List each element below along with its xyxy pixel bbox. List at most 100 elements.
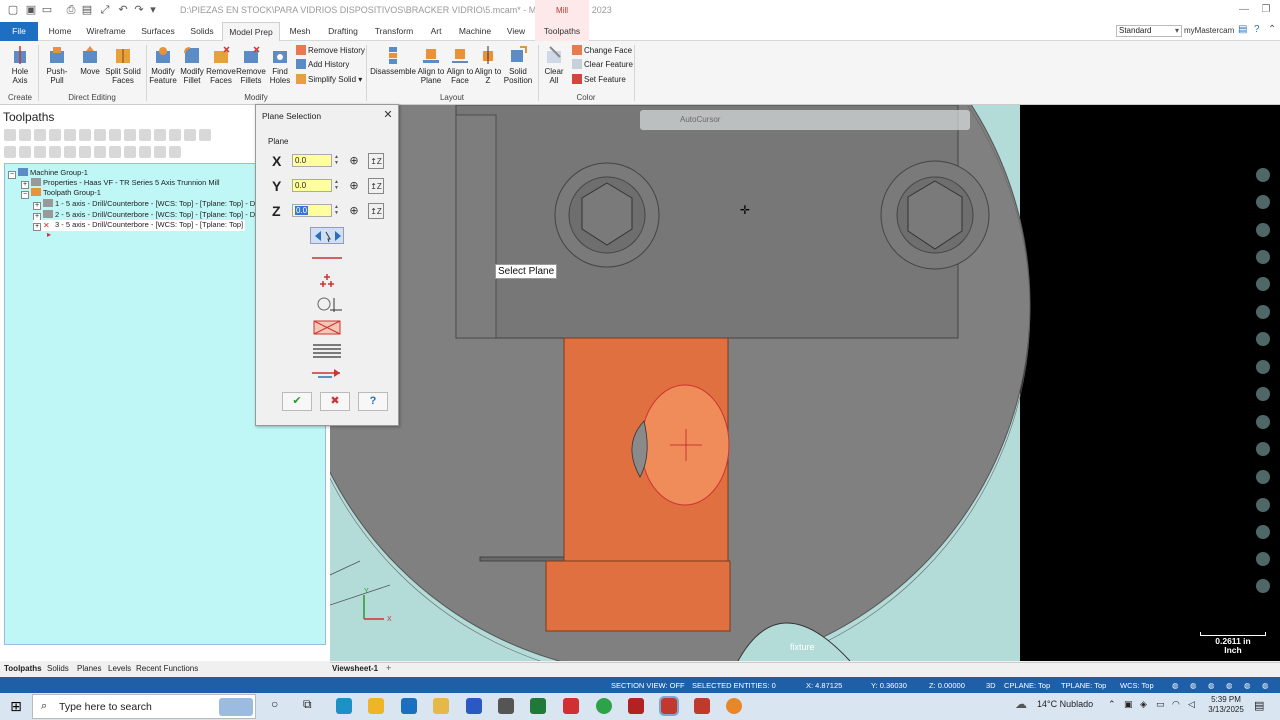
add-viewsheet-button[interactable]: +	[386, 663, 391, 673]
weather-text[interactable]: 14°C Nublado	[1037, 699, 1093, 709]
help-circle-icon[interactable]	[199, 129, 211, 141]
clear-all-button[interactable]: Clear All	[540, 45, 568, 85]
view-tool-icon[interactable]	[1256, 195, 1270, 209]
tab-home[interactable]: Home	[40, 22, 80, 41]
restore-icon[interactable]: ❐	[1256, 2, 1276, 18]
view-tool-icon[interactable]	[1256, 223, 1270, 237]
plane-by-solid-face-button[interactable]	[310, 319, 344, 336]
open-icon[interactable]: ▭	[40, 3, 54, 17]
mastercam-2022-icon[interactable]	[694, 698, 710, 714]
view-tool-icon[interactable]	[1256, 332, 1270, 346]
tab-solids[interactable]: Solids	[184, 22, 220, 41]
regenerate-dirty-icon[interactable]	[49, 129, 61, 141]
collapse-toggle[interactable]: −	[8, 171, 16, 179]
close-icon[interactable]: ✕	[382, 108, 394, 121]
tree-item-toolpath-3[interactable]: + ✕ 3 - 5 axis - Drill/Counterbore - [WCS:…	[33, 220, 246, 231]
display-mode-icon[interactable]: ◍	[1244, 681, 1251, 690]
view-tool-icon[interactable]	[1256, 470, 1270, 484]
wifi-icon[interactable]: ◠	[1172, 699, 1180, 710]
taskbar-search[interactable]: ⌕ Type here to search	[32, 694, 256, 719]
tab-planes-panel[interactable]: Planes	[77, 664, 101, 673]
select-failed-icon[interactable]	[19, 129, 31, 141]
solid-position-button[interactable]: Solid Position	[502, 45, 534, 85]
x-stepper[interactable]: ▲ ▼	[333, 154, 340, 167]
backplot-icon[interactable]	[64, 129, 76, 141]
tree-item-toolpath-1[interactable]: +1 - 5 axis - Drill/Counterbore - [WCS: …	[33, 199, 260, 210]
modify-feature-button[interactable]: Modify Feature	[148, 45, 178, 85]
chrome-icon[interactable]	[596, 698, 612, 714]
task-view-icon[interactable]: ⧉	[303, 697, 312, 712]
convert-icon[interactable]: ⤢	[98, 3, 112, 17]
cplane-status[interactable]: CPLANE: Top	[1004, 681, 1050, 690]
x-select-point-icon[interactable]: ⊕	[346, 153, 362, 169]
wave-icon[interactable]	[19, 146, 31, 158]
app-icon[interactable]	[466, 698, 482, 714]
ribbon-collapse-icon[interactable]: ⌃	[1268, 24, 1276, 35]
view-tool-icon[interactable]	[1256, 305, 1270, 319]
redo-icon[interactable]: ↷	[132, 3, 146, 17]
plane-by-entity-button[interactable]	[310, 296, 344, 313]
view-tool-icon[interactable]	[1256, 579, 1270, 593]
cortana-icon[interactable]: ○	[271, 697, 278, 711]
x-lock-icon[interactable]: ↥Z	[368, 153, 384, 169]
single-display-icon[interactable]	[109, 146, 121, 158]
group-display-icon[interactable]	[124, 146, 136, 158]
simplify-solid-button[interactable]: Simplify Solid ▾	[296, 74, 362, 86]
tab-wireframe[interactable]: Wireframe	[82, 22, 130, 41]
align-to-face-button[interactable]: Align to Face	[446, 45, 474, 85]
collapse-icon[interactable]	[154, 146, 166, 158]
y-lock-icon[interactable]: ↥Z	[368, 178, 384, 194]
windows-start-icon[interactable]: ⊞	[0, 693, 32, 720]
arrow-down-icon[interactable]	[49, 146, 61, 158]
view-tool-icon[interactable]	[1256, 250, 1270, 264]
insert-arrow-icon[interactable]	[79, 146, 91, 158]
tab-art[interactable]: Art	[422, 22, 450, 41]
cancel-button[interactable]: ✖	[320, 392, 350, 411]
display-mode-icon[interactable]: ◍	[1262, 681, 1269, 690]
mode-3d[interactable]: 3D	[986, 681, 996, 690]
mastercam-icon[interactable]	[659, 696, 679, 716]
z-select-point-icon[interactable]: ⊕	[346, 203, 362, 219]
verify-icon[interactable]	[79, 129, 91, 141]
view-tool-icon[interactable]	[1256, 552, 1270, 566]
edge-icon[interactable]	[336, 698, 352, 714]
tab-machine[interactable]: Machine	[452, 22, 498, 41]
section-view-status[interactable]: SECTION VIEW: OFF	[611, 681, 685, 690]
expand-toggle[interactable]: +	[33, 202, 41, 210]
view-tool-icon[interactable]	[1256, 277, 1270, 291]
view-tool-icon[interactable]	[1256, 498, 1270, 512]
show-hidden-icon[interactable]: ⌃	[1108, 699, 1116, 710]
tab-view[interactable]: View	[500, 22, 532, 41]
tab-file[interactable]: File	[0, 22, 38, 41]
select-all-icon[interactable]	[4, 129, 16, 141]
tab-transform[interactable]: Transform	[368, 22, 420, 41]
save-icon[interactable]: ▣	[24, 3, 38, 17]
notifications-icon[interactable]: ▤	[1254, 699, 1264, 712]
disassemble-button[interactable]: Disassemble	[370, 45, 416, 76]
toggle-display-icon[interactable]	[169, 129, 181, 141]
x-input[interactable]: 0.0	[292, 154, 332, 167]
app-icon[interactable]	[726, 698, 742, 714]
hole-axis-button[interactable]: Hole Axis	[6, 45, 34, 85]
find-holes-button[interactable]: Find Holes	[266, 45, 294, 85]
weather-icon[interactable]: ☁	[1015, 697, 1027, 711]
plane-by-line-button[interactable]	[310, 250, 344, 267]
bin-icon[interactable]	[34, 146, 46, 158]
plane-by-direction-button[interactable]	[310, 227, 344, 244]
expand-toggle[interactable]: +	[33, 223, 41, 231]
view-tool-icon[interactable]	[1256, 387, 1270, 401]
account-label[interactable]: myMastercam	[1184, 26, 1234, 35]
tplane-status[interactable]: TPLANE: Top	[1061, 681, 1106, 690]
print-icon[interactable]: ⎙	[64, 3, 78, 17]
tab-viewsheet-1[interactable]: Viewsheet-1	[332, 664, 378, 673]
expand-icon[interactable]	[139, 146, 151, 158]
z-stepper[interactable]: ▲ ▼	[333, 204, 340, 217]
undo-icon[interactable]: ↶	[116, 3, 130, 17]
view-tool-icon[interactable]	[1256, 168, 1270, 182]
display-mode-icon[interactable]: ◍	[1190, 681, 1197, 690]
settings-icon[interactable]	[498, 698, 514, 714]
collapse-toggle[interactable]: −	[21, 191, 29, 199]
globe-icon[interactable]: ◍	[1172, 681, 1179, 690]
tab-drafting[interactable]: Drafting	[320, 22, 366, 41]
high-feed-icon[interactable]	[124, 129, 136, 141]
